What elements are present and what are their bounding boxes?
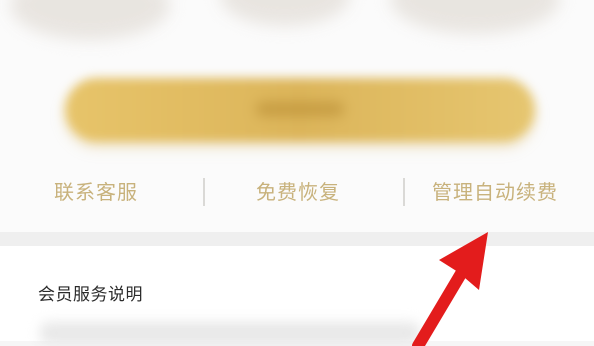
section-title: 会员服务说明 (38, 285, 143, 305)
blurred-image-center (220, 0, 350, 26)
red-arrow-icon (412, 232, 488, 346)
manage-auto-renew-link[interactable]: 管理自动续费 (432, 176, 558, 205)
primary-gold-button[interactable] (65, 78, 535, 142)
member-service-section: 会员服务说明 (0, 246, 594, 344)
blurred-image-right (390, 0, 560, 34)
blurred-image-left (10, 0, 170, 40)
divider (203, 178, 205, 206)
divider (403, 178, 405, 206)
contact-service-link[interactable]: 联系客服 (54, 176, 138, 205)
primary-gold-button-label (256, 102, 344, 116)
top-card: 联系客服 免费恢复 管理自动续费 (0, 0, 594, 232)
section-separator (0, 232, 594, 246)
free-restore-link[interactable]: 免费恢复 (256, 176, 340, 205)
links-row: 联系客服 免费恢复 管理自动续费 (0, 168, 594, 214)
